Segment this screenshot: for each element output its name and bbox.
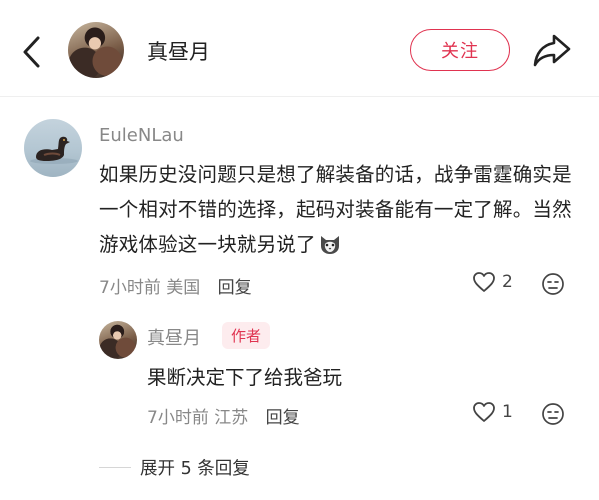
back-arrow-icon[interactable] xyxy=(14,30,48,74)
author-badge: 作者 xyxy=(222,322,271,349)
comment-location: 美国 xyxy=(166,278,201,298)
share-icon[interactable] xyxy=(531,30,573,70)
reply-author-avatar[interactable] xyxy=(99,321,137,359)
heart-icon xyxy=(473,272,495,292)
dislike-face-icon[interactable] xyxy=(541,272,565,296)
expand-divider xyxy=(99,467,131,468)
follow-button[interactable]: 关注 xyxy=(410,29,510,71)
reply-like-count: 1 xyxy=(502,402,513,422)
header-divider xyxy=(0,96,599,97)
reply-meta: 7小时前 江苏 回复 xyxy=(147,403,300,428)
like-button[interactable]: 2 xyxy=(472,271,513,293)
reply-dislike-face-icon[interactable] xyxy=(541,402,565,426)
expand-replies-button[interactable]: 展开 5 条回复 xyxy=(140,455,250,480)
commenter-username[interactable]: EuleNLau xyxy=(99,125,184,146)
comment-meta: 7小时前 美国 回复 xyxy=(99,273,252,298)
reply-text: 果断决定下了给我爸玩 xyxy=(147,366,343,389)
duck-avatar-icon xyxy=(30,136,78,164)
comment-time: 7小时前 xyxy=(99,278,161,298)
commenter-avatar[interactable] xyxy=(24,119,82,177)
reply-time: 7小时前 xyxy=(147,408,209,428)
cat-face-emoji-icon xyxy=(320,236,339,254)
reply-reply-button[interactable]: 回复 xyxy=(266,408,300,428)
author-avatar[interactable] xyxy=(68,22,124,78)
reply-username[interactable]: 真昼月 xyxy=(147,324,201,350)
comment-text: 如果历史没问题只是想了解装备的话，战争雷霆确实是一个相对不错的选择，起码对装备能… xyxy=(99,157,589,262)
author-name[interactable]: 真昼月 xyxy=(147,36,210,66)
reply-location: 江苏 xyxy=(214,408,249,428)
heart-icon xyxy=(473,402,495,422)
reply-like-button[interactable]: 1 xyxy=(472,401,513,423)
reply-button[interactable]: 回复 xyxy=(218,278,252,298)
like-count: 2 xyxy=(502,272,513,292)
